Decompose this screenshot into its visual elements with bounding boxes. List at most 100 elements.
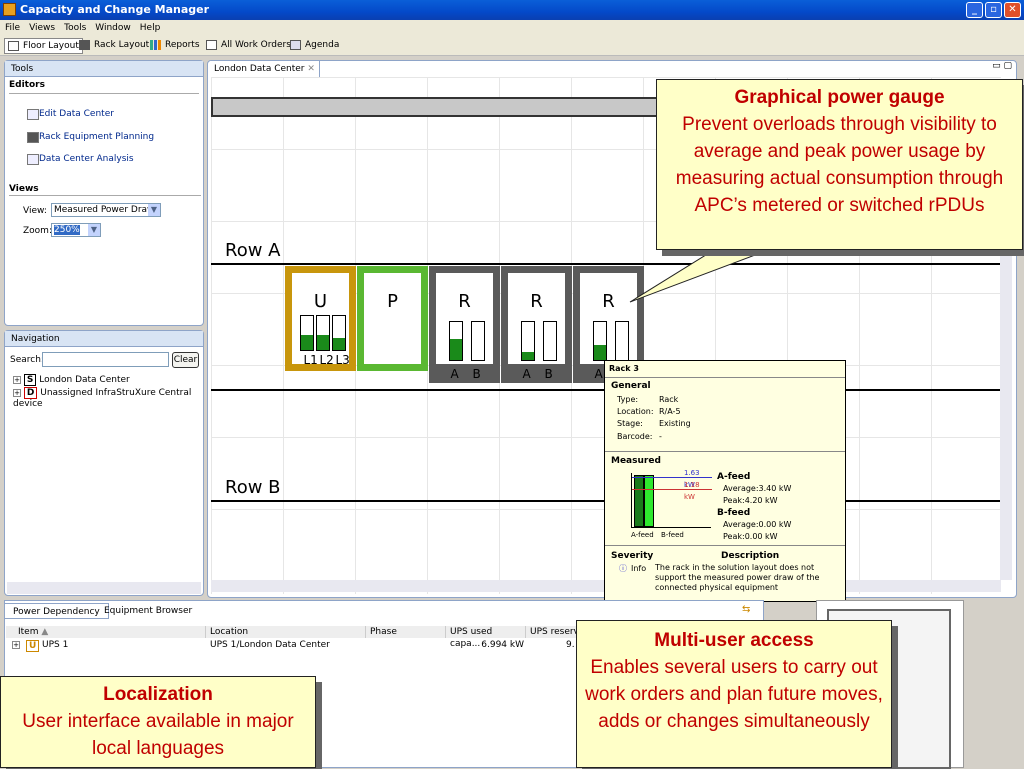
rack-1[interactable]: U L1 L2 L3 — [285, 266, 356, 371]
tools-panel: Tools Editors Edit Data Center Rack Equi… — [4, 60, 204, 326]
menu-help[interactable]: Help — [140, 23, 161, 33]
clear-button[interactable]: Clear — [172, 352, 199, 368]
rack-equipment-planning-link[interactable]: Rack Equipment Planning — [39, 132, 154, 142]
stage-value: Existing — [659, 419, 691, 428]
rack-4[interactable]: R AB — [501, 266, 572, 383]
a-feed-bar — [634, 475, 644, 527]
power-gauge-callout: Graphical power gauge Prevent overloads … — [656, 79, 1023, 250]
search-label: Search: — [10, 355, 44, 365]
navigation-tab[interactable]: Navigation — [5, 331, 203, 347]
type-label: Type: — [617, 395, 639, 404]
zoom-select-value: 250% — [54, 225, 80, 235]
b-feed-average: Average:0.00 kW — [723, 520, 792, 529]
editor-tab-label: London Data Center — [214, 64, 305, 74]
tools-tab[interactable]: Tools — [5, 61, 203, 77]
type-value: Rack — [659, 395, 679, 404]
power-gauge-body: Prevent overloads through visibility to … — [675, 114, 1004, 216]
restore-button[interactable]: ▫ — [985, 2, 1002, 18]
row-a-line — [211, 263, 1001, 265]
rack-letter: R — [458, 291, 471, 312]
power-gauge-bar — [299, 315, 314, 351]
close-tab-icon[interactable]: ✕ — [307, 64, 315, 74]
expand-icon[interactable]: + — [13, 389, 21, 397]
tooltip-title: Rack 3 — [605, 361, 845, 378]
column-item-label: Item — [18, 627, 39, 637]
menu-file[interactable]: File — [5, 23, 20, 33]
localization-callout: Localization User interface available in… — [0, 676, 316, 768]
info-icon: ⓘ — [619, 564, 627, 573]
agenda-label: Agenda — [305, 40, 340, 50]
menu-views[interactable]: Views — [29, 23, 55, 33]
rack-2[interactable]: P — [357, 266, 428, 371]
search-input[interactable] — [42, 352, 169, 367]
edit-data-center-link[interactable]: Edit Data Center — [39, 109, 114, 119]
power-gauge-bar — [614, 321, 629, 361]
horizontal-scrollbar[interactable] — [7, 582, 201, 594]
stage-label: Stage: — [617, 419, 643, 428]
tab-london-data-center[interactable]: London Data Center ✕ — [210, 61, 320, 77]
table-row[interactable]: + U UPS 1 UPS 1/London Data Center 6.994… — [6, 639, 586, 652]
vertical-scrollbar[interactable] — [1000, 247, 1012, 580]
column-header-phase[interactable]: Phase — [366, 626, 446, 638]
menu-bar: File Views Tools Window Help — [0, 20, 1024, 36]
view-select[interactable]: Measured Power Draw ▼ — [51, 203, 161, 217]
bar-label: L3 — [335, 353, 350, 367]
tab-equipment-browser[interactable]: Equipment Browser — [96, 603, 200, 619]
power-gauge-bar — [448, 321, 463, 361]
cell-location: UPS 1/London Data Center — [210, 640, 330, 650]
average-line-label: 1.18 kW — [684, 481, 700, 501]
expand-icon[interactable]: + — [12, 641, 20, 649]
power-gauge-bar — [592, 321, 607, 361]
rack-layout-button[interactable]: Rack Layout — [76, 38, 152, 54]
bar-label: A — [522, 367, 531, 381]
power-gauge-bar — [542, 321, 557, 361]
zoom-select[interactable]: 250% ▼ — [51, 223, 101, 237]
column-header-ups-used[interactable]: UPS used capa... — [446, 626, 526, 649]
bar-label: A — [594, 367, 603, 381]
barcode-label: Barcode: — [617, 432, 653, 441]
b-feed-header: B-feed — [717, 508, 751, 518]
rack-letter: P — [387, 291, 398, 312]
power-gauge-bar — [470, 321, 485, 361]
close-button[interactable]: ✕ — [1004, 2, 1021, 18]
rack-3[interactable]: R AB — [429, 266, 500, 383]
agenda-button[interactable]: Agenda — [287, 38, 342, 54]
tab-power-dependency[interactable]: Power Dependency — [4, 603, 109, 619]
minimize-button[interactable]: _ — [966, 2, 983, 18]
description-header: Description — [721, 551, 780, 561]
view-label: View: — [23, 206, 47, 216]
menu-tools[interactable]: Tools — [64, 23, 86, 33]
calendar-icon — [290, 40, 301, 50]
all-work-orders-button[interactable]: All Work Orders — [203, 38, 294, 54]
chevron-down-icon: ▼ — [88, 224, 100, 236]
floor-layout-button[interactable]: Floor Layout — [4, 38, 83, 54]
minimize-maximize-icon[interactable]: ▭ ▢ — [992, 61, 1012, 71]
rack-tooltip: Rack 3 General Type: Rack Location: R/A-… — [604, 360, 846, 602]
toolbar: Floor Layout Rack Layout Reports All Wor… — [0, 36, 1024, 56]
tree-item-london[interactable]: + S London Data Center — [13, 374, 130, 386]
cell-ups-reserve: 9. — [566, 640, 575, 650]
severity-message: The rack in the solution layout does not… — [655, 563, 820, 592]
multi-user-title: Multi-user access — [654, 630, 814, 651]
navigation-tab-label: Navigation — [11, 334, 60, 344]
zoom-label: Zoom: — [23, 226, 52, 236]
link-icon[interactable]: ⇆ — [742, 604, 750, 615]
severity-header: Severity — [611, 551, 654, 561]
chevron-down-icon: ▼ — [148, 204, 160, 216]
tools-tab-label: Tools — [11, 64, 34, 74]
tree-item-unassigned[interactable]: + D Unassigned InfraStruXure Central dev… — [13, 387, 203, 409]
a-feed-average: Average:3.40 kW — [723, 484, 792, 493]
reports-button[interactable]: Reports — [147, 38, 203, 54]
localization-title: Localization — [103, 684, 213, 705]
analysis-icon — [27, 154, 39, 165]
expand-icon[interactable]: + — [13, 376, 21, 384]
menu-window[interactable]: Window — [95, 23, 131, 33]
bar-label: L1 — [303, 353, 318, 367]
column-header-location[interactable]: Location — [206, 626, 366, 638]
multi-user-body: Enables several users to carry out work … — [585, 657, 883, 732]
edit-icon — [27, 109, 39, 120]
measured-header: Measured — [611, 456, 661, 466]
data-center-analysis-link[interactable]: Data Center Analysis — [39, 154, 134, 164]
column-header-item[interactable]: Item ▲ — [6, 626, 206, 638]
app-icon — [3, 3, 16, 16]
